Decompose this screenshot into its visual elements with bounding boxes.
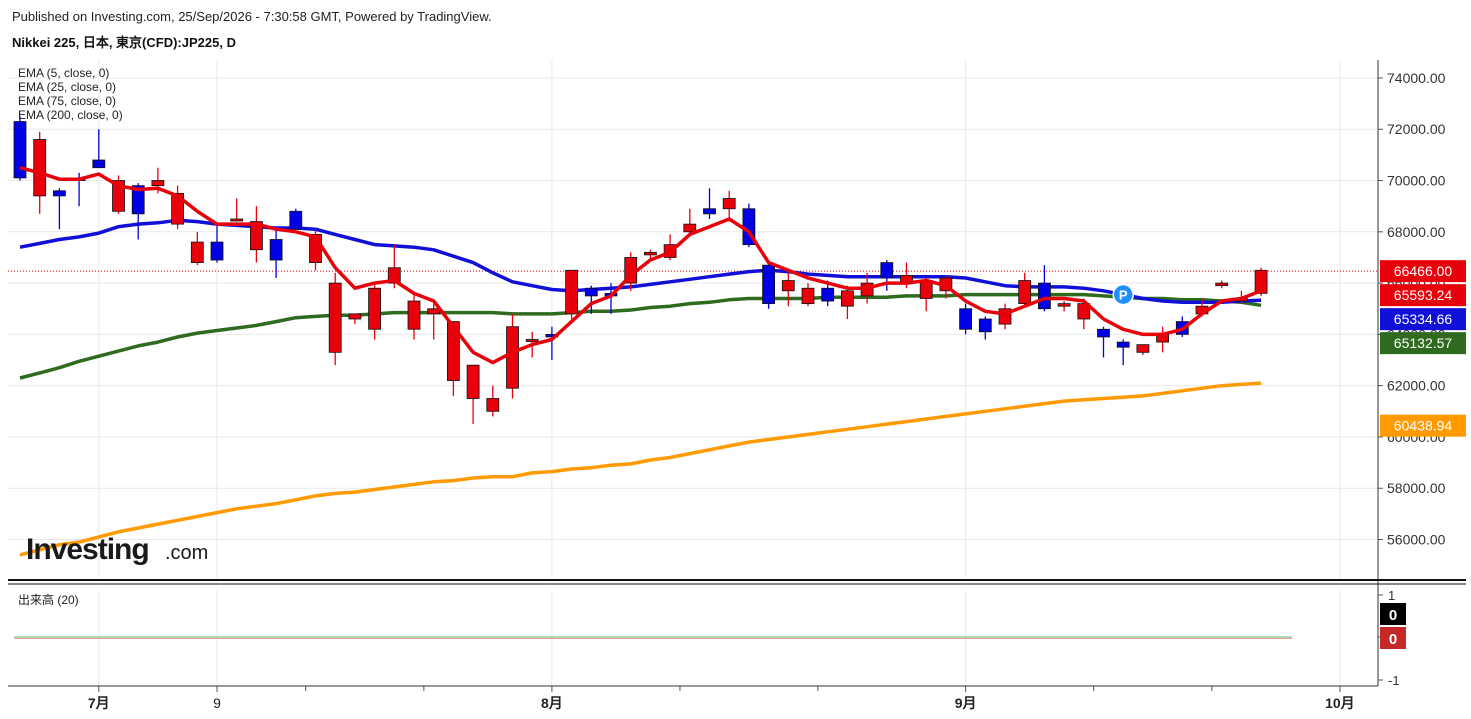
candle-body — [348, 313, 362, 320]
candle-body — [1057, 303, 1071, 307]
candle-body — [1018, 280, 1032, 305]
legend-entry: EMA (200, close, 0) — [18, 108, 123, 122]
candle-body — [328, 282, 342, 353]
candle-body — [644, 251, 657, 256]
candle-body — [486, 398, 500, 412]
candle-body — [762, 264, 775, 305]
ema200-line — [19, 381, 1262, 557]
volume-y-tick-label: -1 — [1388, 673, 1400, 688]
candle-body — [978, 318, 992, 333]
candle-body — [210, 241, 224, 261]
candle-body — [289, 210, 303, 230]
candle-body — [151, 180, 165, 187]
y-tick-label: 62000.00 — [1387, 378, 1446, 394]
y-tick-label: 68000.00 — [1387, 224, 1446, 240]
legend-entry: EMA (25, close, 0) — [18, 80, 116, 94]
candle-body — [821, 287, 835, 302]
candle-body — [1254, 269, 1268, 294]
price-tag-label: 66466.00 — [1394, 263, 1453, 279]
candle-body — [880, 262, 894, 279]
y-tick-label: 74000.00 — [1387, 70, 1446, 86]
candle-body — [506, 326, 519, 389]
candlestick-chart[interactable]: 74000.0072000.0070000.0068000.0066000.00… — [0, 0, 1471, 719]
candle-body — [722, 198, 736, 210]
candle-body — [525, 339, 539, 342]
volume-label: 出来高 (20) — [18, 592, 79, 607]
price-tag-label: 65132.57 — [1394, 335, 1453, 351]
y-tick-label: 72000.00 — [1387, 121, 1446, 137]
candle-body — [53, 190, 66, 197]
legend-entry: EMA (5, close, 0) — [18, 66, 109, 80]
candle-body — [565, 269, 578, 315]
candle-body — [1116, 341, 1130, 348]
p-marker-label: P — [1119, 288, 1128, 303]
price-tag-label: 65593.24 — [1394, 287, 1453, 303]
candle-body — [466, 364, 480, 399]
legend-entry: EMA (75, close, 0) — [18, 94, 116, 108]
x-tick-label: 7月 — [88, 695, 110, 711]
candle-body — [190, 241, 204, 263]
x-tick-label: 9 — [213, 695, 221, 711]
candle-body — [33, 139, 47, 197]
candle-body — [1038, 282, 1051, 310]
candle-body — [1097, 328, 1110, 338]
candle-body — [427, 308, 441, 315]
candle-body — [801, 287, 815, 305]
ema25-line — [19, 218, 1262, 305]
volume-tag-label: 0 — [1389, 607, 1397, 624]
candle-body — [703, 208, 716, 215]
volume-tag-label: 0 — [1389, 631, 1397, 648]
investing-logo: Investing — [26, 533, 149, 566]
candle-body — [959, 308, 972, 330]
candle-body — [1136, 344, 1150, 353]
volume-y-tick-label: 1 — [1388, 588, 1395, 603]
candle-body — [1215, 282, 1229, 287]
candle-body — [841, 290, 854, 307]
candle-body — [368, 287, 382, 330]
x-tick-label: 9月 — [955, 695, 977, 711]
candle-body — [92, 159, 106, 169]
y-tick-label: 56000.00 — [1387, 532, 1446, 548]
price-tag-label: 60438.94 — [1394, 418, 1453, 434]
x-tick-label: 10月 — [1325, 695, 1355, 711]
x-tick-label: 8月 — [541, 695, 563, 711]
y-tick-label: 58000.00 — [1387, 480, 1446, 496]
price-tag-label: 65334.66 — [1394, 311, 1453, 327]
candle-body — [269, 239, 283, 261]
ema75-line — [19, 292, 1262, 380]
candle-body — [781, 280, 795, 292]
candle-body — [584, 287, 598, 297]
candle-body — [230, 218, 244, 222]
y-tick-label: 70000.00 — [1387, 173, 1446, 189]
candle-body — [683, 223, 697, 233]
candle-body — [407, 300, 421, 330]
investing-logo-suffix: .com — [165, 542, 208, 564]
